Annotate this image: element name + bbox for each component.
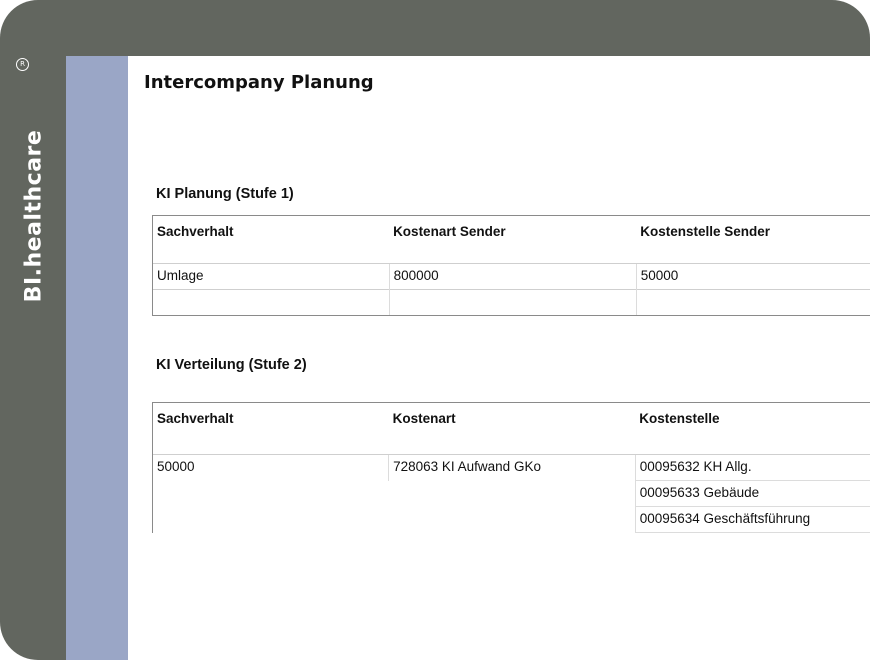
accent-sidebar: [66, 56, 128, 660]
column-header-sachverhalt[interactable]: Sachverhalt: [152, 215, 390, 264]
planning-table: Sachverhalt Kostenart Sender Kostenstell…: [152, 215, 870, 316]
section1-title: KI Planung (Stufe 1): [156, 186, 294, 202]
cell-kostenart: [389, 507, 636, 533]
table-header-row: Sachverhalt Kostenart Sender Kostenstell…: [152, 215, 870, 264]
cell-kostenart-sender[interactable]: 800000: [388, 263, 637, 290]
main-content: Intercompany Planung KI Planung (Stufe 1…: [128, 56, 870, 660]
brand-logo: BI.healthcare: [22, 130, 47, 303]
table-row[interactable]: Umlage 800000 50000: [152, 263, 870, 290]
cell-sachverhalt: [151, 480, 389, 507]
cell-kostenart-sender[interactable]: [388, 289, 637, 316]
cell-kostenstelle[interactable]: 00095634 Geschäftsführung: [634, 506, 870, 533]
cell-sachverhalt[interactable]: 50000: [151, 454, 389, 481]
table-row[interactable]: 00095634 Geschäftsführung: [151, 506, 870, 533]
registered-mark-icon: R: [16, 58, 29, 71]
cell-kostenstelle-sender[interactable]: [635, 289, 870, 316]
column-header-kostenstelle[interactable]: Kostenstelle: [635, 402, 870, 455]
cell-kostenstelle-sender[interactable]: 50000: [635, 263, 870, 290]
brand-panel: BI.healthcare R: [0, 56, 66, 660]
column-header-kostenstelle-sender[interactable]: Kostenstelle Sender: [636, 215, 870, 264]
cell-sachverhalt: [151, 506, 389, 533]
cell-kostenart[interactable]: 728063 KI Aufwand GKo: [388, 454, 636, 481]
table-row[interactable]: 00095633 Gebäude: [151, 480, 870, 507]
distribution-table: Sachverhalt Kostenart Kostenstelle 50000…: [151, 402, 870, 533]
table-row-empty[interactable]: [152, 289, 870, 316]
app-frame: BI.healthcare R Intercompany Planung KI …: [0, 0, 870, 660]
page-title: Intercompany Planung: [144, 72, 374, 93]
cell-kostenstelle[interactable]: 00095633 Gebäude: [634, 480, 870, 507]
table-header-row: Sachverhalt Kostenart Kostenstelle: [151, 402, 870, 455]
cell-sachverhalt[interactable]: [152, 289, 390, 316]
section2-title: KI Verteilung (Stufe 2): [156, 357, 307, 373]
table-row[interactable]: 50000 728063 KI Aufwand GKo 00095632 KH …: [151, 454, 870, 481]
cell-kostenstelle[interactable]: 00095632 KH Allg.: [634, 454, 870, 481]
cell-sachverhalt[interactable]: Umlage: [152, 263, 390, 290]
column-header-kostenart-sender[interactable]: Kostenart Sender: [389, 215, 637, 264]
brand-name: BI.healthcare: [21, 129, 47, 303]
column-header-kostenart[interactable]: Kostenart: [388, 402, 636, 455]
column-header-sachverhalt[interactable]: Sachverhalt: [151, 402, 389, 455]
cell-kostenart: [389, 481, 636, 507]
